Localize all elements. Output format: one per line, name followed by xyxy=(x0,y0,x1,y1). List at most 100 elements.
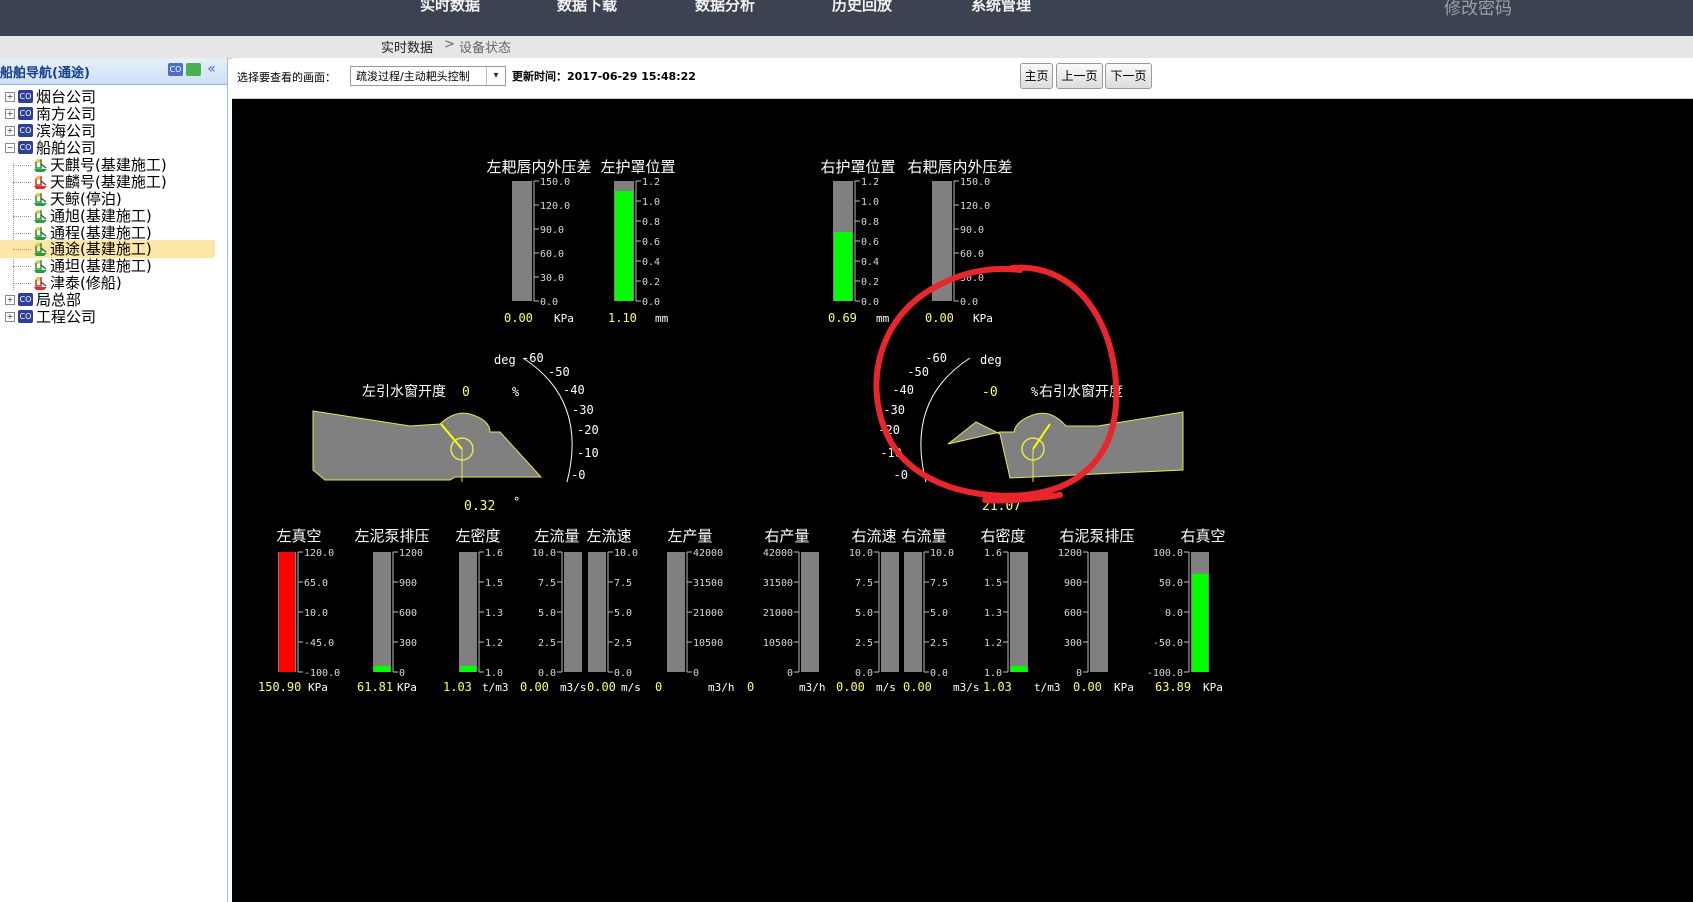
ship-navigation-sidebar: 船舶导航(通途) CO « + CO 烟台公司 + CO 南方公司 + CO 滨海公司 − CO 船舶… xyxy=(0,58,228,902)
company-icon[interactable]: CO xyxy=(168,63,183,76)
gauge-tick-label: 0.2 xyxy=(861,277,879,288)
tree-item-label: 南方公司 xyxy=(36,105,97,123)
expand-icon[interactable]: + xyxy=(5,295,15,305)
gauge-tick-label: 50.0 xyxy=(1159,578,1183,589)
gauge-bar xyxy=(801,552,819,672)
gauge-tick-label: 0.0 xyxy=(960,297,978,308)
gauge-tick-label: 10.0 xyxy=(930,548,954,559)
bottom-gauge: 右流量 10.0 7.5 5.0 2.5 0.00.00 m3/s xyxy=(901,527,979,694)
gauge-bar xyxy=(373,552,391,672)
bottom-gauge: 左密度 1.6 1.5 1.3 1.2 1.0 1.03 t/m3 xyxy=(443,527,509,694)
gauge-unit: KPa xyxy=(1203,681,1223,694)
tree-item-label: 通旭(基建施工) xyxy=(50,207,152,225)
gauge-tick-label: 0 xyxy=(787,668,793,679)
ship-icon xyxy=(32,241,49,257)
nav-system-management[interactable]: 系统管理 xyxy=(971,0,1031,15)
gauge-tick-label: 10500 xyxy=(763,638,793,649)
draghead-body xyxy=(947,411,1184,479)
screen-select-label: 选择要查看的画面： xyxy=(237,71,336,84)
expand-icon[interactable]: + xyxy=(5,312,15,322)
collapse-icon[interactable]: − xyxy=(5,143,15,153)
breadcrumb-root[interactable]: 实时数据 xyxy=(381,37,433,56)
tree-item-ship[interactable]: 津泰(修船) xyxy=(0,274,215,292)
gauge-tick-label: 2.5 xyxy=(855,638,873,649)
gauge-tick-label: 900 xyxy=(1064,578,1082,589)
tree-item-label: 局总部 xyxy=(36,291,82,309)
tree-item-company[interactable]: − CO 船舶公司 xyxy=(0,139,210,157)
tree-item-label: 天鲸(停泊) xyxy=(50,190,122,208)
draghead-deg: deg xyxy=(494,353,516,367)
tree-item-ship[interactable]: 通途(基建施工) xyxy=(0,240,215,258)
draghead-pct: % xyxy=(1031,385,1039,399)
tree-item-ship[interactable]: 天鲸(停泊) xyxy=(0,190,215,208)
gauge-tick-label: 0.0 xyxy=(614,668,632,679)
chevron-down-icon[interactable]: ▾ xyxy=(486,67,505,85)
draghead-opening: 0 xyxy=(462,385,470,400)
gauge-title: 左产量 xyxy=(667,527,712,545)
gauge-tick-label: 150.0 xyxy=(540,177,570,188)
gauge-tick-label: 1.0 xyxy=(642,197,660,208)
expand-icon[interactable]: + xyxy=(5,126,15,136)
tree-item-company[interactable]: + CO 滨海公司 xyxy=(0,122,210,140)
gauge-title: 右泥泵排压 xyxy=(1059,527,1134,545)
collapse-sidebar-icon[interactable]: « xyxy=(204,62,219,76)
gauge-tick-label: 120.0 xyxy=(960,201,990,212)
screen-select[interactable]: 疏浚过程/主动耙头控制 ▾ xyxy=(350,66,506,86)
prev-page-button[interactable]: 上一页 xyxy=(1056,63,1103,89)
gauge-title: 左流速 xyxy=(586,527,631,545)
gauge-tick-label: -45.0 xyxy=(304,638,334,649)
draghead-deg-symbol: ° xyxy=(513,495,520,509)
gauge-title: 左流量 xyxy=(534,527,579,545)
tree-item-label: 滨海公司 xyxy=(36,122,97,140)
gauge-tick-label: 60.0 xyxy=(540,249,564,260)
gauge-value: 61.81 xyxy=(357,680,393,694)
draghead-scale-label: -40 xyxy=(892,383,914,397)
tree-item-label: 船舶公司 xyxy=(36,139,97,157)
change-password-link[interactable]: 修改密码 xyxy=(1444,0,1512,19)
tree-item-ship[interactable]: 天麟号(基建施工) xyxy=(0,173,215,191)
gauge-tick-label: 1.2 xyxy=(861,177,879,188)
nav-realtime-data[interactable]: 实时数据 xyxy=(420,0,480,15)
tree-item-ship[interactable]: 通旭(基建施工) xyxy=(0,207,215,225)
gauge-tick-label: 1.2 xyxy=(984,638,1002,649)
expand-icon[interactable]: + xyxy=(5,92,15,102)
tree-item-ship[interactable]: 天麒号(基建施工) xyxy=(0,156,215,174)
ship-icon[interactable] xyxy=(186,63,201,76)
gauge-tick-label: 150.0 xyxy=(960,177,990,188)
tree-item-company[interactable]: + CO 局总部 xyxy=(0,291,210,309)
draghead-scale-label: -30 xyxy=(572,403,594,417)
gauge-value: 0 xyxy=(747,680,754,694)
bottom-gauge: 右真空 100.0 50.0 0.0 -50.0 -100.063.89 KPa xyxy=(1147,527,1226,694)
gauge-unit: KPa xyxy=(308,681,328,694)
tree-item-ship[interactable]: 通坦(基建施工) xyxy=(0,257,215,275)
nav-data-analysis[interactable]: 数据分析 xyxy=(695,0,755,15)
next-page-button[interactable]: 下一页 xyxy=(1105,63,1152,89)
gauge-tick-label: 600 xyxy=(1064,608,1082,619)
gauge-tick-label: 42000 xyxy=(763,548,793,559)
top-gauge: 左耙唇内外压差150.0 120.0 90.0 60.0 30.0 0.0 0.00 KPa xyxy=(486,158,591,325)
gauge-value: 1.10 xyxy=(608,311,637,325)
ship-icon xyxy=(32,191,49,207)
gauge-value: 0.00 xyxy=(903,680,932,694)
draghead-left: 左引水窗开度 0 % deg -60 -50 -40 -30 -20 -10 -0 0.32 ° xyxy=(312,351,599,514)
tree-item-company[interactable]: + CO 烟台公司 xyxy=(0,88,210,106)
tree-item-company[interactable]: + CO 南方公司 xyxy=(0,105,210,123)
gauge-tick-label: 5.0 xyxy=(855,608,873,619)
gauge-tick-label: 0.8 xyxy=(642,217,660,228)
tree-item-company[interactable]: + CO 工程公司 xyxy=(0,308,210,326)
top-gauge: 左护罩位置1.2 1.0 0.8 0.6 0.4 0.2 0.0 1.10 mm xyxy=(600,158,675,325)
top-menu-bar: 实时数据 数据下载 数据分析 历史回放 系统管理 修改密码 xyxy=(0,0,1693,36)
gauge-title: 左密度 xyxy=(455,527,500,545)
home-button[interactable]: 主页 xyxy=(1020,63,1053,89)
nav-history-playback[interactable]: 历史回放 xyxy=(832,0,892,15)
nav-data-download[interactable]: 数据下载 xyxy=(557,0,617,15)
draghead-scale-label: -60 xyxy=(925,351,947,365)
gauge-value: 0.00 xyxy=(587,680,616,694)
gauge-tick-label: 0.4 xyxy=(861,257,879,268)
gauge-tick-label: 60.0 xyxy=(960,249,984,260)
expand-icon[interactable]: + xyxy=(5,109,15,119)
draghead-scale-label: -30 xyxy=(883,403,905,417)
gauge-tick-label: 21000 xyxy=(763,608,793,619)
sidebar-title: 船舶导航(通途) xyxy=(0,66,90,81)
gauge-unit: m3/h xyxy=(799,681,826,694)
